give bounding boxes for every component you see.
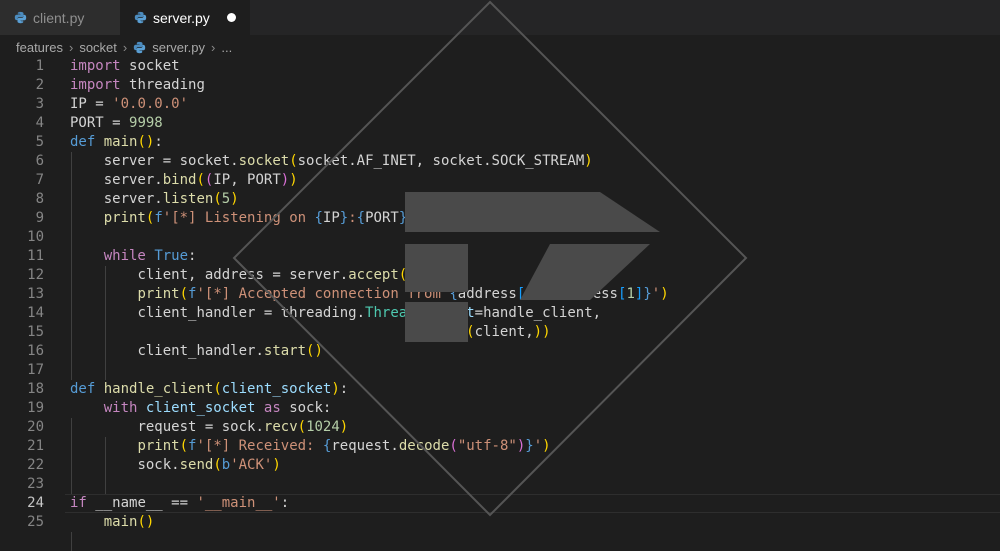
chevron-right-icon: › xyxy=(68,39,74,55)
code-line[interactable]: 9 print(f'[*] Listening on {IP}:{PORT}') xyxy=(0,209,1000,228)
line-number: 6 xyxy=(35,153,44,169)
indent-guide xyxy=(71,418,72,494)
unsaved-dot-icon[interactable] xyxy=(227,13,236,22)
code-text: main() xyxy=(103,514,155,530)
line-number: 16 xyxy=(27,343,44,359)
code-text: client_handler = threading.Thread(target… xyxy=(137,305,602,321)
indent-guide xyxy=(105,437,106,494)
chevron-right-icon: › xyxy=(122,39,128,55)
code-line[interactable]: 20 request = sock.recv(1024) xyxy=(0,418,1000,437)
line-number: 11 xyxy=(27,248,44,264)
code-line[interactable]: 2 import threading xyxy=(0,76,1000,95)
code-text: server = socket.socket(socket.AF_INET, s… xyxy=(103,153,593,169)
tab-server-py[interactable]: server.py xyxy=(120,0,250,35)
line-number: 19 xyxy=(27,400,44,416)
line-number: 12 xyxy=(27,267,44,283)
breadcrumb-item-symbol[interactable]: ... xyxy=(221,40,232,55)
breadcrumb-item-features[interactable]: features xyxy=(16,40,63,55)
code-line[interactable]: 25 main() xyxy=(0,513,1000,532)
code-text: def main(): xyxy=(70,134,163,150)
code-line[interactable]: 17 xyxy=(0,361,1000,380)
code-line[interactable]: 3 IP = '0.0.0.0' xyxy=(0,95,1000,114)
code-line[interactable]: 22 sock.send(b'ACK') xyxy=(0,456,1000,475)
line-number: 15 xyxy=(27,324,44,340)
code-line[interactable]: 23 xyxy=(0,475,1000,494)
line-number: 18 xyxy=(27,381,44,397)
code-text: args=(client,)) xyxy=(424,324,551,340)
line-number: 17 xyxy=(27,362,44,378)
indent-guide xyxy=(105,266,106,380)
code-text: import socket xyxy=(70,58,180,74)
code-text: server.bind((IP, PORT)) xyxy=(103,172,298,188)
line-number: 4 xyxy=(35,115,44,131)
code-text: while True: xyxy=(103,248,197,264)
line-number: 8 xyxy=(35,191,44,207)
line-number: 13 xyxy=(27,286,44,302)
code-line[interactable]: 1 import socket xyxy=(0,57,1000,76)
tab-label: server.py xyxy=(153,9,210,26)
python-icon xyxy=(134,11,147,24)
code-text: print(f'[*] Received: {request.decode("u… xyxy=(137,438,551,454)
code-text: print(f'[*] Listening on {IP}:{PORT}') xyxy=(103,210,425,226)
indent-guide xyxy=(71,152,72,380)
code-line[interactable]: 13 print(f'[*] Accepted connection from … xyxy=(0,285,1000,304)
line-number: 24 xyxy=(27,495,44,511)
code-line[interactable]: 24 if __name__ == '__main__': xyxy=(0,494,1000,513)
code-line[interactable]: 12 client, address = server.accept() xyxy=(0,266,1000,285)
code-text: sock.send(b'ACK') xyxy=(137,457,281,473)
code-line[interactable]: 5 def main(): xyxy=(0,133,1000,152)
line-number: 23 xyxy=(27,476,44,492)
code-line[interactable]: 11 while True: xyxy=(0,247,1000,266)
breadcrumb-item-file[interactable]: server.py xyxy=(152,40,205,55)
code-text: PORT = 9998 xyxy=(70,115,163,131)
code-text: IP = '0.0.0.0' xyxy=(70,96,189,112)
code-line[interactable]: 19 with client_socket as sock: xyxy=(0,399,1000,418)
code-text: def handle_client(client_socket): xyxy=(70,381,349,397)
code-line[interactable]: 15 args=(client,)) xyxy=(0,323,1000,342)
code-text: client_handler.start() xyxy=(137,343,323,359)
line-number: 9 xyxy=(35,210,44,226)
code-text: server.listen(5) xyxy=(103,191,239,207)
code-line[interactable]: 18 def handle_client(client_socket): xyxy=(0,380,1000,399)
code-line[interactable]: 16 client_handler.start() xyxy=(0,342,1000,361)
line-number: 20 xyxy=(27,419,44,435)
tab-client-py[interactable]: client.py xyxy=(0,0,120,35)
indent-guide xyxy=(71,532,72,551)
line-number: 3 xyxy=(35,96,44,112)
line-number: 5 xyxy=(35,134,44,150)
line-number: 25 xyxy=(27,514,44,530)
code-line[interactable]: 10 xyxy=(0,228,1000,247)
tab-bar: client.py server.py xyxy=(0,0,1000,35)
line-number: 7 xyxy=(35,172,44,188)
code-text: import threading xyxy=(70,77,205,93)
line-number: 1 xyxy=(35,58,44,74)
python-icon xyxy=(134,41,146,53)
line-number: 22 xyxy=(27,457,44,473)
line-number: 2 xyxy=(35,77,44,93)
line-number: 10 xyxy=(27,229,44,245)
line-number: 14 xyxy=(27,305,44,321)
code-line[interactable]: 7 server.bind((IP, PORT)) xyxy=(0,171,1000,190)
code-text: client, address = server.accept() xyxy=(137,267,416,283)
code-line[interactable]: 4 PORT = 9998 xyxy=(0,114,1000,133)
code-line[interactable]: 14 client_handler = threading.Thread(tar… xyxy=(0,304,1000,323)
breadcrumb: features › socket › server.py › ... xyxy=(16,37,232,57)
chevron-right-icon: › xyxy=(211,39,216,55)
code-line[interactable]: 21 print(f'[*] Received: {request.decode… xyxy=(0,437,1000,456)
code-line[interactable]: 8 server.listen(5) xyxy=(0,190,1000,209)
code-line[interactable]: 6 server = socket.socket(socket.AF_INET,… xyxy=(0,152,1000,171)
code-text: print(f'[*] Accepted connection from {ad… xyxy=(137,286,669,302)
code-text: with client_socket as sock: xyxy=(103,400,332,416)
python-icon xyxy=(14,11,27,24)
line-number: 21 xyxy=(27,438,44,454)
code-text: if __name__ == '__main__': xyxy=(70,495,290,511)
breadcrumb-item-socket[interactable]: socket xyxy=(79,40,117,55)
code-editor[interactable]: 1 import socket 2 import threading 3 IP = '0.… xyxy=(0,57,1000,551)
tab-label: client.py xyxy=(33,9,85,26)
code-text: request = sock.recv(1024) xyxy=(137,419,349,435)
